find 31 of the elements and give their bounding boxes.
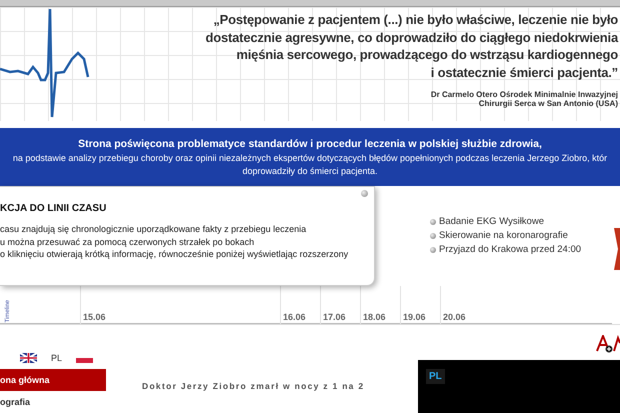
quote-author: Dr Carmelo Otero Ośrodek Minimalnie Inwazyjnej xyxy=(430,90,618,99)
quote-line: i ostatecznie śmierci pacjenta.” xyxy=(430,64,618,81)
flag-icon[interactable] xyxy=(20,353,37,363)
quote-line: dostatecznie agresywne, co doprowadziło do ciągłego niedokrwienia xyxy=(206,28,618,46)
popup-title: KCJA DO LINII CZASU xyxy=(0,203,108,214)
popup-text: casu znajdują się chronologicznie uporządkowane fakty z przebiegu leczenia xyxy=(0,223,308,236)
video-player[interactable]: PL xyxy=(418,360,620,413)
timeline-event[interactable]: Skierowanie na koronarografie xyxy=(430,230,568,241)
menu-item[interactable]: ografia xyxy=(0,391,106,413)
banner-text: doprowadziły do śmierci pacjenta. xyxy=(242,166,378,176)
date-tick: 16.06 xyxy=(280,286,320,324)
timeline-event[interactable]: Przyjazd do Krakowa przed 24:00 xyxy=(430,244,582,255)
article-text: Doktor Jerzy Ziobro zmarł w nocy z 1 na 2 xyxy=(141,380,366,393)
banner-title: Strona poświęcona problematyce standardów i procedur leczenia w polskiej służbie zdrowia, xyxy=(78,138,542,150)
date-tick: 20.06 xyxy=(440,286,612,324)
date-tick: 15.06 xyxy=(80,286,280,324)
timeline-event[interactable]: Badanie EKG Wysiłkowe xyxy=(430,216,544,227)
menu-item[interactable]: ona główna xyxy=(0,369,106,391)
quote-line: „Postępowanie z pacjentem (...) nie było właściwe, leczenie nie było xyxy=(213,11,618,28)
quote-author: Chirurgii Serca w San Antonio (USA) xyxy=(478,99,618,108)
language-link[interactable]: PL xyxy=(51,353,62,363)
next-arrow-icon[interactable] xyxy=(612,228,620,270)
font-size-icon[interactable] xyxy=(596,335,620,353)
banner-text: na podstawie analizy przebiegu choroby oraz opinii niezależnych ekspertów dotyczących błędów popełnionych podczas leczenia Jerzego Ziobro, któr xyxy=(12,153,608,163)
date-tick: 17.06 xyxy=(320,286,360,324)
popup-text: u można przesuwać za pomocą czerwonych strzałek po bokach xyxy=(0,236,256,248)
popup-text: o kliknięciu otwierają krótką informację, równocześnie poniżej wyświetlając rozszerzony xyxy=(0,248,350,260)
language-badge: PL xyxy=(426,369,445,384)
date-tick: 19.06 xyxy=(400,286,440,324)
quote-line: mięśnia sercowego, prowadzącego do wstrząsu kardiogennego xyxy=(236,46,618,64)
date-tick: 18.06 xyxy=(360,286,400,324)
